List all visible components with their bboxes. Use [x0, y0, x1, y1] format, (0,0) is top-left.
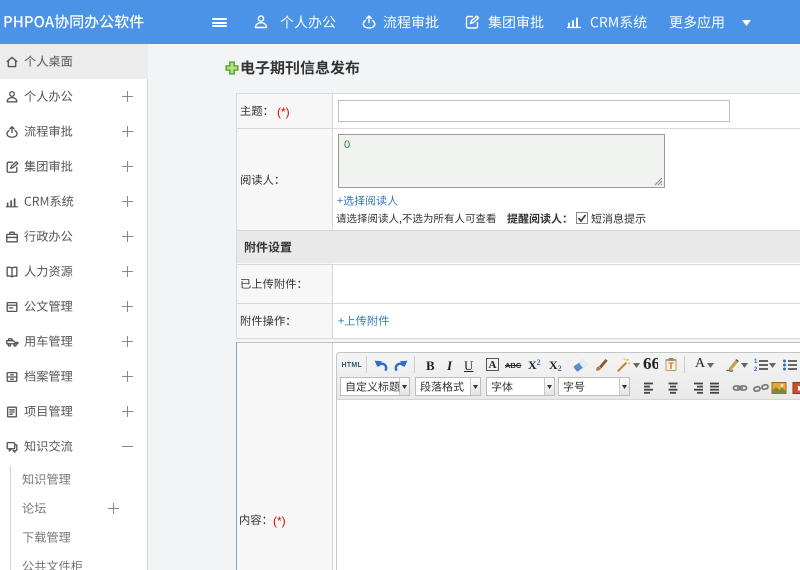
svg-text:1: 1: [754, 359, 758, 365]
svg-text:66: 66: [643, 356, 658, 372]
svg-text:T: T: [668, 361, 674, 371]
svg-text:2: 2: [754, 367, 758, 373]
